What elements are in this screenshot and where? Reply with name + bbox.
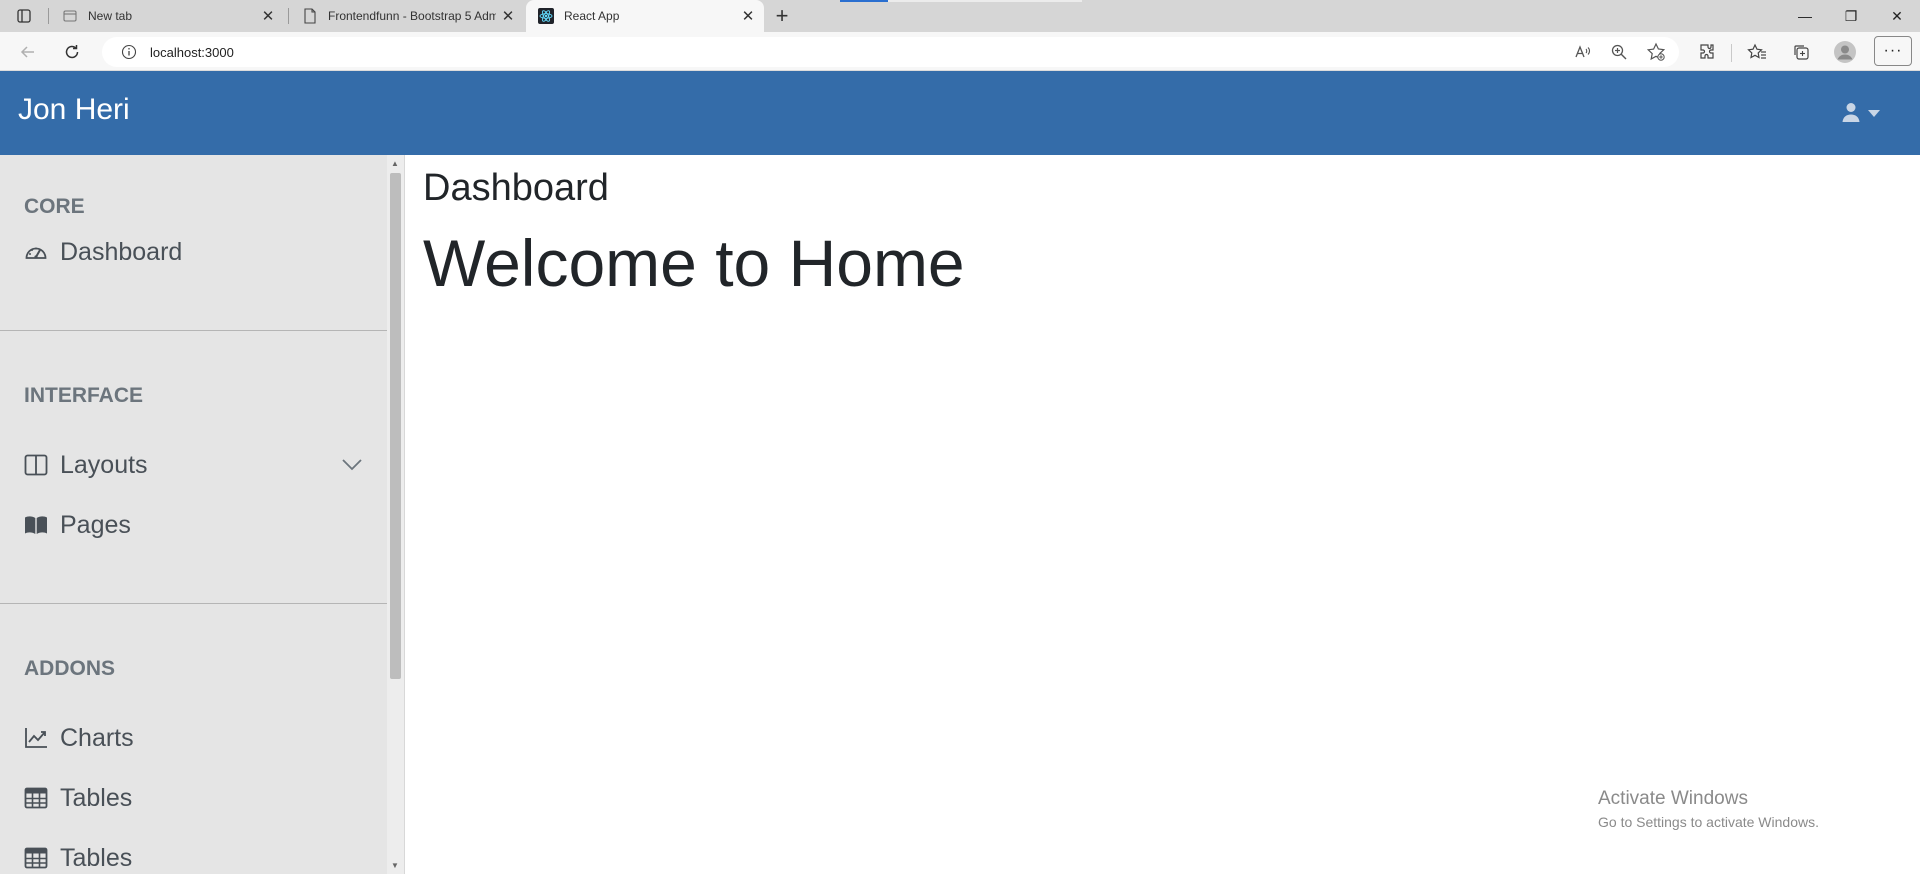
chart-line-icon bbox=[24, 726, 48, 750]
favorite-star-icon[interactable] bbox=[1640, 38, 1672, 66]
welcome-heading: Welcome to Home bbox=[423, 226, 965, 300]
new-tab-icon bbox=[62, 8, 78, 24]
sidebar-item-tables-2[interactable]: Tables bbox=[24, 838, 364, 874]
sidebar-item-pages[interactable]: Pages bbox=[24, 505, 364, 545]
watermark-line: Activate Windows bbox=[1598, 788, 1748, 809]
profile-avatar-icon[interactable] bbox=[1829, 38, 1861, 66]
close-icon[interactable]: ✕ bbox=[736, 4, 760, 28]
sidebar-item-label: Dashboard bbox=[60, 237, 183, 266]
user-menu-toggle[interactable] bbox=[1840, 101, 1900, 127]
chevron-down-icon[interactable] bbox=[340, 455, 364, 475]
sidebar-item-label: Tables bbox=[60, 783, 133, 812]
back-arrow-icon[interactable] bbox=[12, 38, 44, 66]
top-navbar: Jon Heri bbox=[0, 71, 1920, 155]
tab-new-tab[interactable]: New tab ✕ bbox=[50, 0, 284, 32]
brand-title[interactable]: Jon Heri bbox=[18, 93, 130, 127]
url-text[interactable]: localhost:3000 bbox=[150, 45, 234, 60]
document-icon bbox=[302, 8, 318, 24]
tab-indicator bbox=[888, 0, 1082, 2]
tab-title: New tab bbox=[88, 9, 133, 23]
sidebar-divider bbox=[0, 603, 387, 604]
columns-icon bbox=[24, 453, 48, 477]
tab-title: Frontendfunn - Bootstrap 5 Adm bbox=[328, 9, 496, 23]
tab-frontendfunn[interactable]: Frontendfunn - Bootstrap 5 Adm ✕ bbox=[290, 0, 524, 32]
close-icon[interactable]: ✕ bbox=[256, 4, 280, 28]
tab-title: React App bbox=[564, 9, 620, 23]
watermark-line: Go to Settings to activate Windows. bbox=[1598, 814, 1819, 830]
close-icon[interactable]: ✕ bbox=[496, 4, 520, 28]
react-icon bbox=[538, 8, 554, 24]
tab-separator bbox=[48, 8, 49, 24]
scroll-up-icon[interactable]: ▲ bbox=[391, 159, 399, 168]
scrollbar-thumb[interactable] bbox=[390, 173, 401, 679]
minimize-button[interactable]: — bbox=[1782, 0, 1828, 32]
scroll-down-icon[interactable]: ▼ bbox=[391, 861, 399, 870]
sidebar-item-dashboard[interactable]: Dashboard bbox=[24, 232, 364, 272]
sidebar-scrollbar[interactable]: ▲ ▼ bbox=[387, 155, 405, 874]
table-icon bbox=[24, 846, 48, 870]
sidebar-heading-addons: ADDONS bbox=[24, 657, 116, 680]
favorites-icon[interactable] bbox=[1741, 38, 1773, 66]
caret-down-icon bbox=[1868, 105, 1880, 123]
sidebar-heading-interface: INTERFACE bbox=[24, 384, 144, 407]
user-icon bbox=[1840, 101, 1862, 128]
window-close-button[interactable]: ✕ bbox=[1874, 0, 1920, 32]
refresh-icon[interactable] bbox=[56, 38, 88, 66]
zoom-icon[interactable] bbox=[1603, 38, 1635, 66]
extensions-icon[interactable] bbox=[1691, 38, 1723, 66]
sidebar-heading-core: CORE bbox=[24, 195, 85, 218]
read-aloud-icon[interactable] bbox=[1567, 38, 1599, 66]
sidebar-item-layouts[interactable]: Layouts bbox=[24, 445, 364, 485]
tab-actions-icon[interactable] bbox=[6, 4, 42, 28]
sidebar-item-charts[interactable]: Charts bbox=[24, 718, 364, 758]
speedometer-icon bbox=[24, 240, 48, 264]
sidebar-item-tables[interactable]: Tables bbox=[24, 778, 364, 818]
toolbar-separator bbox=[1731, 44, 1732, 62]
new-tab-button[interactable]: + bbox=[768, 3, 796, 28]
main-content: Dashboard Welcome to Home bbox=[405, 155, 1920, 874]
sidebar-item-label: Layouts bbox=[60, 450, 148, 479]
sidebar-item-label: Pages bbox=[60, 510, 131, 539]
browser-toolbar: localhost:3000 ··· bbox=[0, 32, 1920, 71]
more-options-button[interactable]: ··· bbox=[1874, 36, 1912, 66]
sidebar-item-label: Tables bbox=[60, 843, 133, 872]
restore-button[interactable]: ❐ bbox=[1828, 0, 1874, 32]
sidebar-item-label: Charts bbox=[60, 723, 134, 752]
sidebar-divider bbox=[0, 330, 387, 331]
sidebar: CORE Dashboard INTERFACE Layouts Pages A… bbox=[0, 155, 387, 874]
tab-react-app[interactable]: React App ✕ bbox=[526, 0, 764, 32]
tab-indicator bbox=[840, 0, 888, 2]
browser-tabstrip: New tab ✕ Frontendfunn - Bootstrap 5 Adm… bbox=[0, 0, 1920, 32]
windows-activation-watermark: Activate Windows Go to Settings to activ… bbox=[1598, 788, 1819, 830]
address-bar[interactable]: localhost:3000 bbox=[102, 37, 1679, 67]
table-icon bbox=[24, 786, 48, 810]
tab-separator bbox=[288, 8, 289, 24]
book-icon bbox=[24, 513, 48, 537]
page-title: Dashboard bbox=[423, 167, 609, 209]
collections-icon[interactable] bbox=[1785, 38, 1817, 66]
info-icon[interactable] bbox=[114, 44, 144, 60]
